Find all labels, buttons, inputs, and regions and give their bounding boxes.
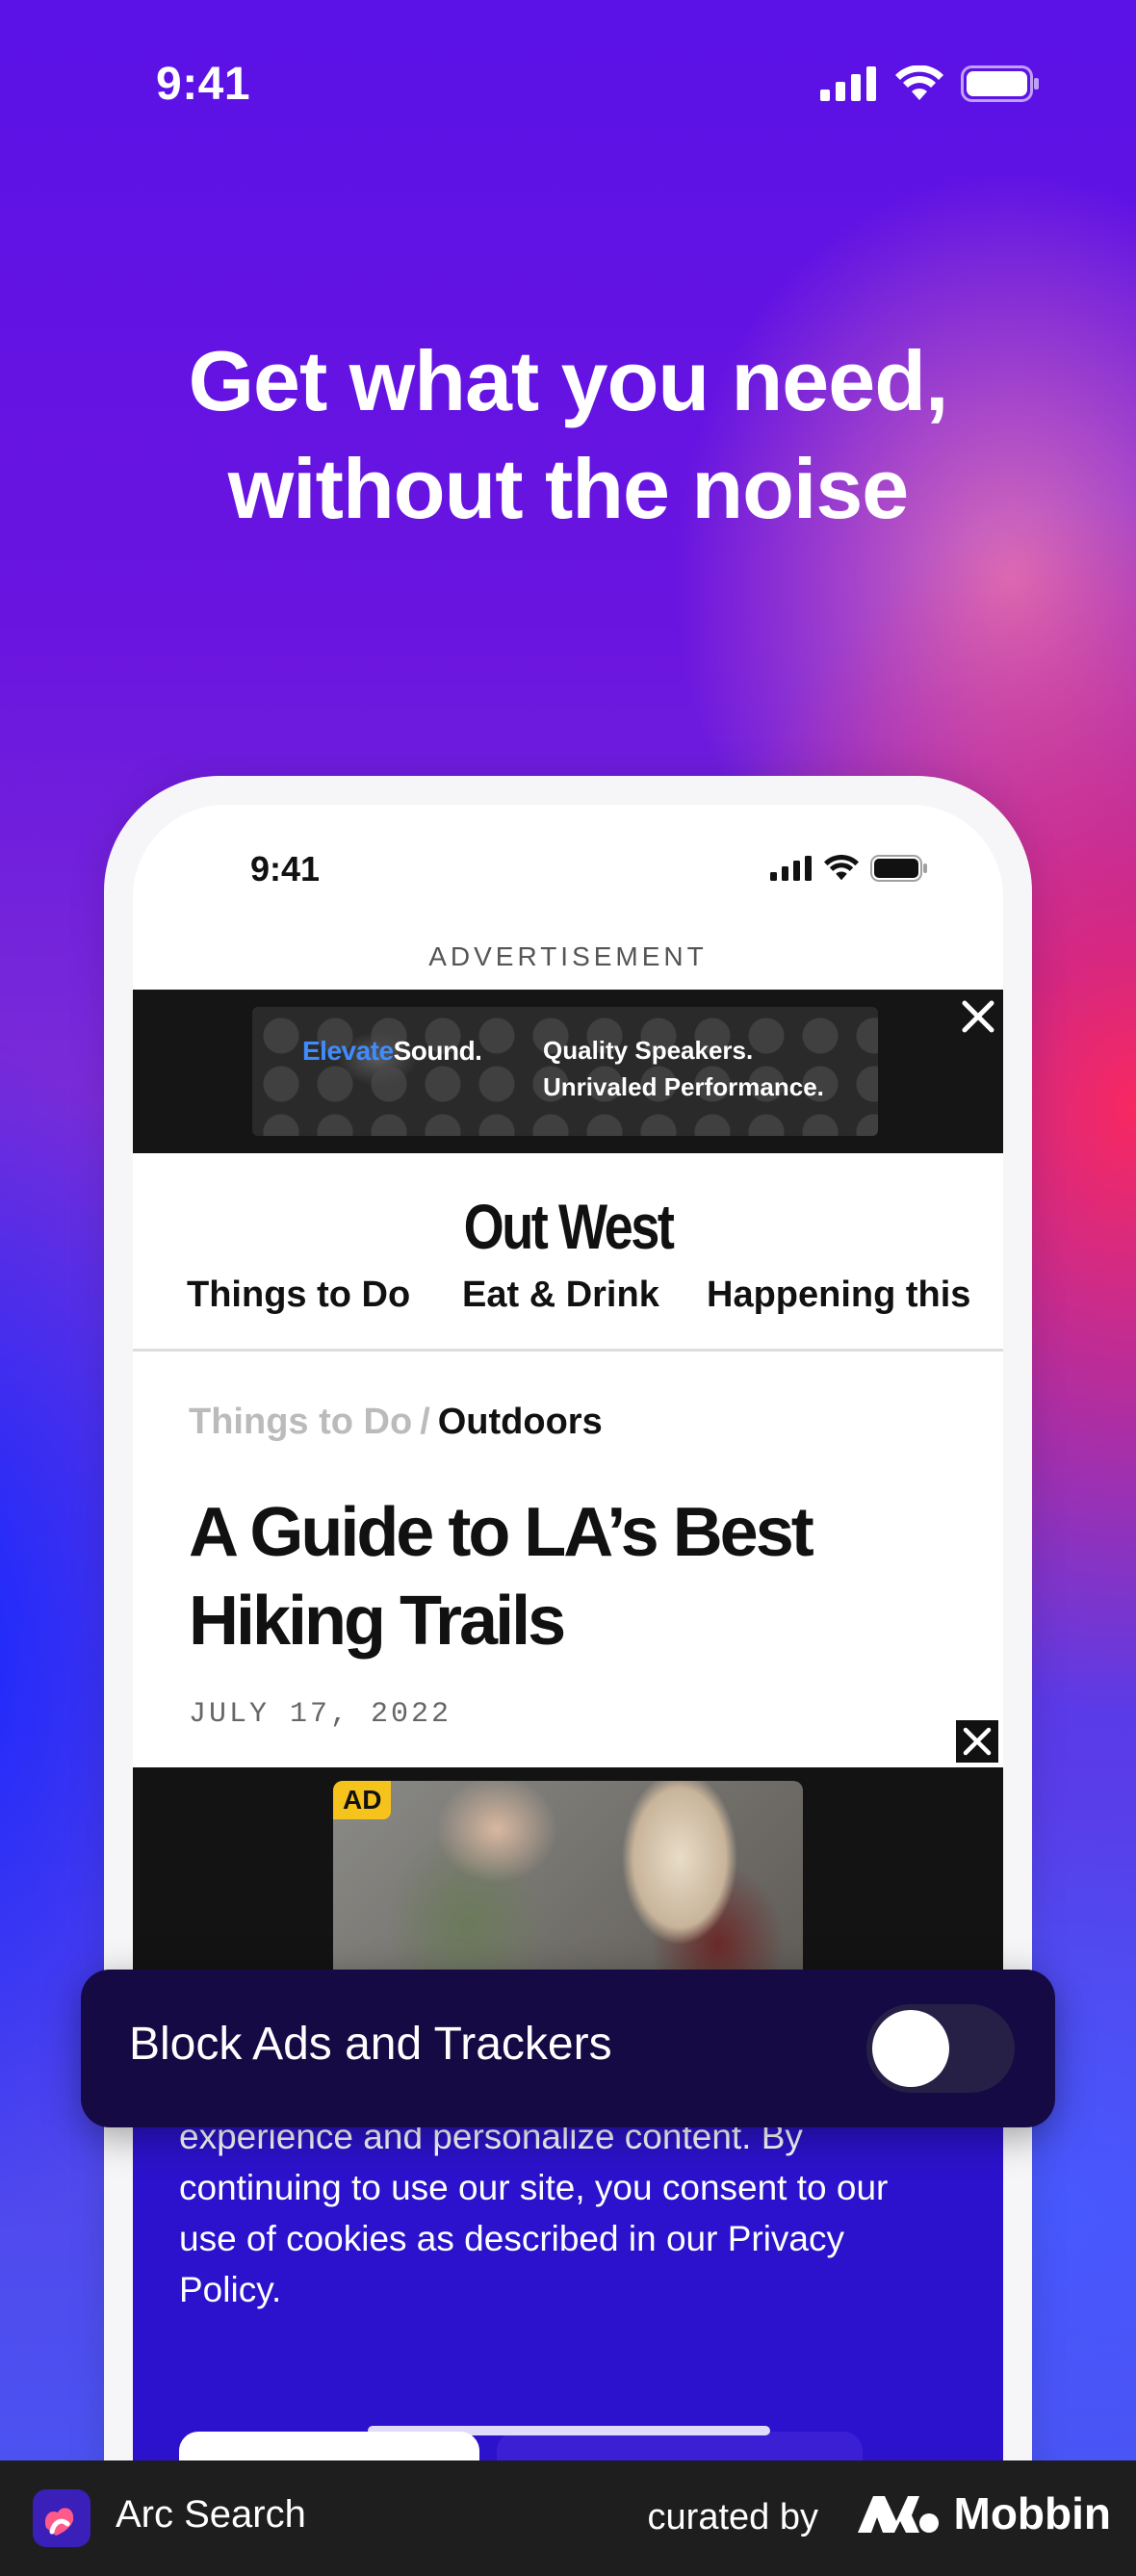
phone-status-icons [770, 855, 928, 882]
ad-brand-highlight: Elevate [302, 1036, 394, 1066]
battery-icon [961, 65, 1039, 102]
status-icons [820, 65, 1040, 102]
ad-brand: ElevateSound. [302, 1036, 482, 1067]
block-ads-label: Block Ads and Trackers [129, 2019, 612, 2070]
ad-tagline-2: Unrivaled Performance. [543, 1072, 824, 1101]
block-ads-toggle[interactable] [866, 2004, 1015, 2093]
close-icon [963, 1727, 992, 1756]
phone-status-bar: 9:41 [133, 805, 1003, 911]
ad-tagline-1: Quality Speakers. [543, 1036, 754, 1065]
app-name: Arc Search [116, 2493, 306, 2536]
site-nav: Things to Do Eat & Drink Happening this [133, 1275, 1003, 1352]
mobbin-brand[interactable]: Mobbin [856, 2487, 1112, 2539]
battery-icon [870, 855, 927, 882]
banner-ad[interactable]: ElevateSound. Quality Speakers. Unrivale… [133, 990, 1003, 1153]
cellular-signal-icon [820, 66, 876, 101]
article-date: JULY 17, 2022 [189, 1698, 452, 1731]
toggle-knob [872, 2010, 949, 2087]
hero-line-1: Get what you need, [188, 333, 949, 428]
cellular-signal-icon [770, 856, 812, 881]
hero-line-2: without the noise [227, 441, 910, 536]
phone-screen: 9:41 ADVERTISEMENT ElevateSound. Quality… [133, 805, 1003, 2509]
close-video-ad-button[interactable] [953, 1717, 1001, 1765]
article-title: A Guide to LA’s Best Hiking Trails [189, 1488, 978, 1665]
mobbin-wordmark: Mobbin [953, 2488, 1112, 2538]
mobbin-logo-icon [857, 2496, 939, 2533]
phone-mockup: 9:41 ADVERTISEMENT ElevateSound. Quality… [104, 776, 1032, 2509]
home-indicator[interactable] [368, 2426, 770, 2435]
footer-bar: Arc Search curated by Mobbin [0, 2460, 1136, 2576]
advertisement-label: ADVERTISEMENT [428, 941, 708, 971]
wifi-icon [824, 855, 859, 881]
nav-item-eat-drink[interactable]: Eat & Drink [462, 1275, 659, 1316]
block-ads-toggle-card: Block Ads and Trackers [81, 1970, 1055, 2127]
wifi-icon [895, 65, 943, 100]
nav-item-things-to-do[interactable]: Things to Do [187, 1275, 410, 1316]
nav-item-happening[interactable]: Happening this [707, 1275, 970, 1316]
breadcrumb-current[interactable]: Outdoors [438, 1402, 603, 1442]
status-bar: 9:41 [0, 58, 1136, 116]
ad-tagline: Quality Speakers. Unrivaled Performance. [543, 1032, 824, 1105]
close-icon [962, 1000, 994, 1033]
arc-logo-icon [44, 2508, 74, 2536]
article-title-line-1: A Guide to LA’s Best [189, 1494, 814, 1571]
status-time: 9:41 [156, 59, 251, 110]
site-logo[interactable]: Out West [211, 1190, 924, 1263]
breadcrumb-parent[interactable]: Things to Do [189, 1402, 412, 1442]
breadcrumb: Things to Do / Outdoors [189, 1402, 603, 1443]
close-banner-ad-button[interactable] [955, 993, 1001, 1040]
ad-badge: AD [333, 1781, 392, 1819]
breadcrumb-separator: / [420, 1402, 430, 1442]
curated-by-label: curated by [647, 2497, 818, 2537]
phone-status-time: 9:41 [250, 849, 321, 889]
hero-headline: Get what you need, without the noise [0, 327, 1136, 543]
ad-brand-rest: Sound. [393, 1036, 482, 1066]
article-title-line-2: Hiking Trails [189, 1583, 566, 1660]
arc-search-app-icon [33, 2489, 90, 2547]
